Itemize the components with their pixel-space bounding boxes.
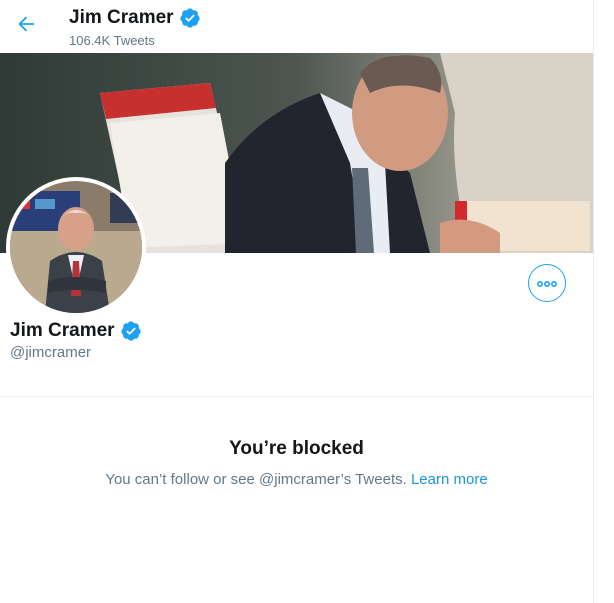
profile-name: Jim Cramer (10, 320, 142, 342)
profile-header: Jim Cramer 106.4K Tweets (0, 0, 593, 53)
verified-badge-icon (120, 320, 142, 342)
profile-handle: @jimcramer (10, 344, 92, 361)
profile-name-text: Jim Cramer (10, 320, 115, 341)
header-title: Jim Cramer (69, 7, 201, 29)
tweet-count-value: 106.4K (69, 33, 111, 48)
blocked-message: You can’t follow or see @jimcramer’s Twe… (0, 471, 593, 488)
blocked-title: You’re blocked (229, 438, 364, 459)
arrow-left-icon (15, 13, 37, 40)
tweet-count-label: Tweets (113, 33, 155, 48)
header-name-text: Jim Cramer (69, 7, 174, 28)
learn-more-link[interactable]: Learn more (411, 471, 488, 488)
back-button[interactable] (10, 10, 42, 42)
profile-column: Jim Cramer 106.4K Tweets Jim Cramer @jim… (0, 0, 594, 603)
section-divider (0, 396, 593, 397)
more-options-button[interactable] (528, 264, 566, 302)
profile-avatar[interactable] (6, 177, 146, 317)
verified-badge-icon (179, 7, 201, 29)
blocked-message-text: You can’t follow or see @jimcramer’s Twe… (105, 471, 407, 488)
tweet-count: 106.4K Tweets (69, 33, 155, 48)
more-options-icon (536, 274, 558, 292)
avatar-image (10, 181, 142, 313)
